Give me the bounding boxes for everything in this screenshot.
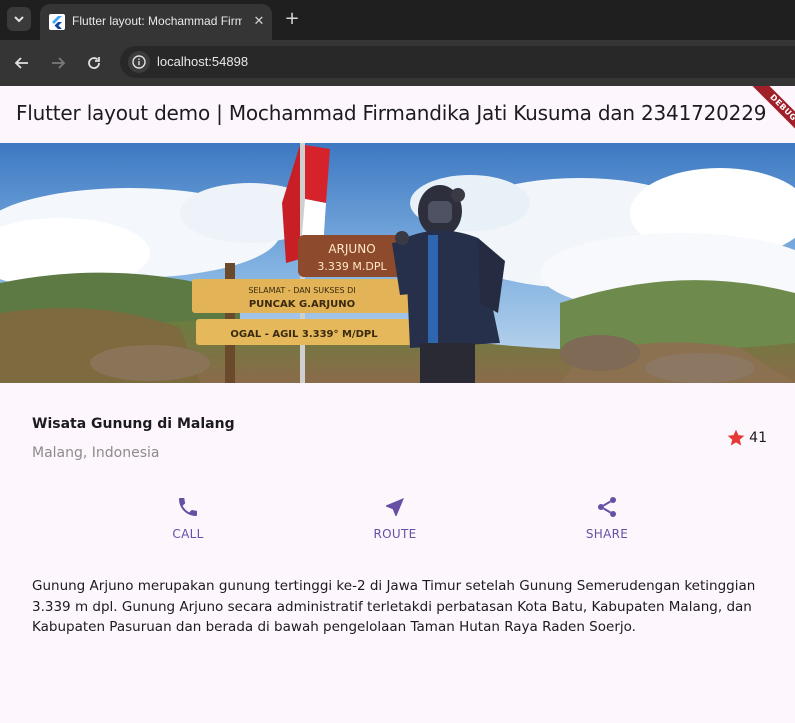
new-tab-icon[interactable]: +: [282, 9, 302, 29]
share-button[interactable]: SHARE: [567, 491, 647, 551]
reload-button[interactable]: [82, 51, 106, 75]
rating-count: 41: [749, 430, 767, 446]
rating: 41: [726, 428, 767, 448]
back-button[interactable]: [10, 51, 34, 75]
chevron-down-icon: [14, 16, 24, 23]
description-text: Gunung Arjuno merupakan gunung tertinggi…: [32, 578, 756, 635]
star-icon[interactable]: [726, 428, 746, 448]
call-icon: [179, 498, 197, 516]
debug-banner: DEBUG: [735, 86, 795, 146]
place-location: Malang, Indonesia: [32, 445, 160, 461]
page-title: Flutter layout demo | Mochammad Firmandi…: [16, 101, 767, 125]
app-bar: Flutter layout demo | Mochammad Firmandi…: [0, 86, 795, 143]
url-text: localhost:54898: [157, 54, 249, 69]
reload-icon: [88, 57, 100, 69]
forward-button[interactable]: [46, 51, 70, 75]
flutter-favicon-icon: [49, 14, 65, 30]
browser-window: Flutter layout: Mochammad Firm ✕ + local…: [0, 0, 795, 723]
sign-ogal-agil: OGAL - AGIL 3.339° M/DPL: [230, 329, 378, 340]
tab-strip: Flutter layout: Mochammad Firm ✕ +: [0, 0, 795, 40]
browser-toolbar: localhost:54898: [0, 40, 795, 86]
arrow-right-icon: [52, 57, 66, 69]
sign-summit-height: 3.339 M.DPL: [317, 260, 387, 273]
hero-image: ARJUNO 3.339 M.DPL SELAMAT - DAN SUKSES …: [0, 143, 795, 383]
near-me-icon: [386, 498, 404, 516]
browser-tab[interactable]: Flutter layout: Mochammad Firm ✕: [40, 4, 272, 40]
close-tab-icon[interactable]: ✕: [249, 12, 269, 32]
debug-label: DEBUG: [750, 86, 795, 141]
share-label: SHARE: [585, 527, 629, 541]
route-button[interactable]: ROUTE: [355, 491, 435, 551]
flutter-app: Flutter layout demo | Mochammad Firmandi…: [0, 86, 795, 723]
call-label: CALL: [172, 527, 204, 541]
call-button[interactable]: CALL: [148, 491, 228, 551]
site-info-icon[interactable]: [128, 51, 150, 73]
address-bar[interactable]: localhost:54898: [120, 46, 795, 78]
sign-welcome-line1: SELAMAT - DAN SUKSES DI: [248, 286, 355, 295]
place-name: Wisata Gunung di Malang: [32, 416, 235, 432]
route-label: ROUTE: [373, 527, 417, 541]
share-icon: [598, 497, 616, 517]
tab-search-button[interactable]: [7, 7, 31, 31]
sign-welcome-line2: PUNCAK G.ARJUNO: [249, 299, 355, 310]
button-section: CALL ROUTE SHARE: [0, 491, 795, 551]
tab-title: Flutter layout: Mochammad Firm: [72, 14, 242, 28]
arrow-left-icon: [14, 57, 28, 69]
title-section: Wisata Gunung di Malang Malang, Indonesi…: [32, 416, 772, 466]
sign-summit-name: ARJUNO: [328, 242, 375, 256]
